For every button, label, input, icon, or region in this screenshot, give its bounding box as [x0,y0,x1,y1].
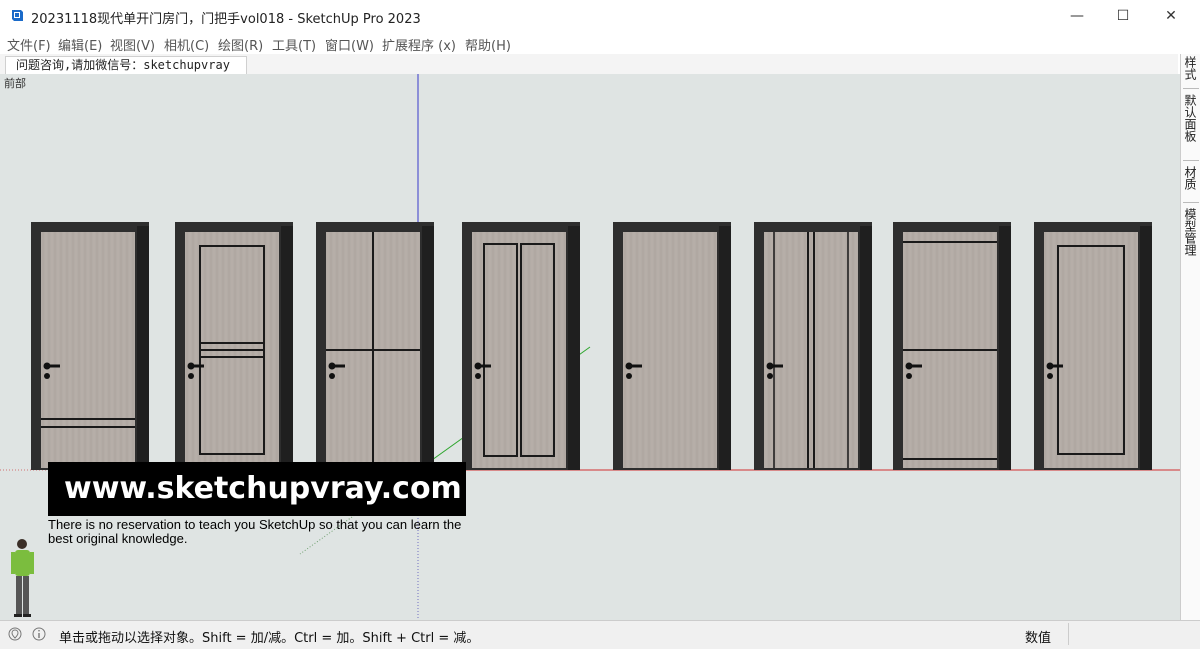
door-leaf [472,232,566,468]
door-8[interactable] [1034,222,1152,470]
menu-view[interactable]: 视图(V) [110,35,155,54]
door-jamb [137,226,149,470]
status-bar: 单击或拖动以选择对象。Shift = 加/减。Ctrl = 加。Shift + … [0,620,1200,649]
tray-tab-materials[interactable]: 材质 [1183,166,1199,190]
door-jamb [1140,226,1152,470]
door-handle-lever [47,364,60,368]
door-lock-cylinder [44,373,50,379]
door-2[interactable] [175,222,293,470]
door-lock-cylinder [329,373,335,379]
default-tray: 样式 默认面板 材质 模型管理 [1180,54,1200,620]
tray-tab-styles[interactable]: 样式 [1183,56,1199,80]
door-jamb [719,226,731,470]
door-leaf [623,232,717,468]
tray-tab-default-panel[interactable]: 默认面板 [1183,94,1199,142]
scale-figure [11,539,34,617]
menu-window[interactable]: 窗口(W) [325,35,374,54]
door-handle-lever [770,364,783,368]
door-1[interactable] [31,222,149,470]
close-button[interactable]: ✕ [1148,0,1194,32]
menu-tools[interactable]: 工具(T) [272,35,316,54]
measurements-label: 数值 [1025,631,1052,646]
door-jamb [281,226,293,470]
menu-help[interactable]: 帮助(H) [465,35,511,54]
door-jamb [422,226,434,470]
door-lock-cylinder [767,373,773,379]
door-leaf [764,232,858,468]
tray-tab-model-manager[interactable]: 模型管理 [1183,208,1199,256]
door-6[interactable] [754,222,872,470]
menu-bar: 文件(F) 编辑(E) 视图(V) 相机(C) 绘图(R) 工具(T) 窗口(W… [0,32,1200,54]
door-4[interactable] [462,222,580,470]
door-leaf [41,232,135,468]
menu-draw[interactable]: 绘图(R) [218,35,263,54]
door-handle-lever [629,364,642,368]
door-lock-cylinder [188,373,194,379]
door-handle-lever [1050,364,1063,368]
door-lock-cylinder [475,373,481,379]
measurements-input[interactable] [1068,623,1178,645]
door-handle-lever [332,364,345,368]
scene-tab[interactable]: 问题咨询,请加微信号：sketchupvray [5,56,247,74]
door-jamb [568,226,580,470]
minimize-button[interactable]: — [1054,0,1100,32]
door-handle-lever [909,364,922,368]
geolocation-icon[interactable] [8,627,22,641]
menu-file[interactable]: 文件(F) [7,35,51,54]
door-handle-lever [191,364,204,368]
door-lock-cylinder [626,373,632,379]
watermark-tagline: There is no reservation to teach you Ske… [48,517,462,546]
door-7[interactable] [893,222,1011,470]
menu-edit[interactable]: 编辑(E) [58,35,102,54]
door-5[interactable] [613,222,731,470]
info-icon[interactable] [32,627,46,641]
door-jamb [999,226,1011,470]
maximize-button[interactable]: ☐ [1100,0,1146,32]
status-message: 单击或拖动以选择对象。Shift = 加/减。Ctrl = 加。Shift + … [59,631,480,646]
door-3[interactable] [316,222,434,470]
door-lock-cylinder [906,373,912,379]
window-title: 20231118现代单开门房门，门把手vol018 - SketchUp Pro… [31,12,421,27]
menu-camera[interactable]: 相机(C) [164,35,209,54]
title-bar: 20231118现代单开门房门，门把手vol018 - SketchUp Pro… [0,0,1200,32]
door-jamb [860,226,872,470]
watermark-banner: www.sketchupvray.com [48,462,466,516]
door-handle-lever [478,364,491,368]
door-lock-cylinder [1047,373,1053,379]
menu-extensions[interactable]: 扩展程序 (x) [382,35,456,54]
view-label: 前部 [4,77,26,90]
sketchup-logo-icon [12,10,23,21]
